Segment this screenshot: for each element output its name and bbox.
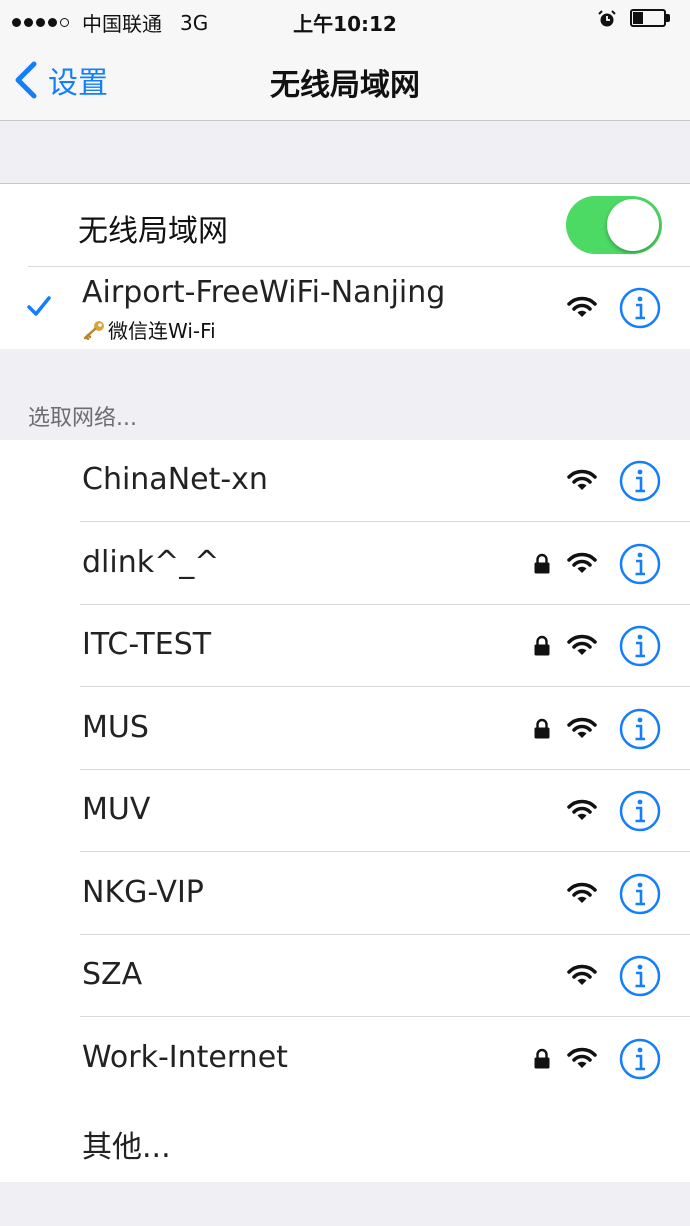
info-icon[interactable]	[619, 543, 661, 585]
network-row[interactable]: ChinaNet-xn	[0, 440, 690, 522]
network-name: dlink^_^	[82, 544, 220, 580]
info-icon[interactable]	[619, 955, 661, 997]
network-name: NKG-VIP	[82, 874, 204, 910]
wifi-icon	[567, 634, 597, 655]
wifi-toggle-switch[interactable]	[566, 196, 662, 254]
network-row[interactable]: SZA	[0, 935, 690, 1017]
connected-network-row[interactable]: Airport-FreeWiFi-Nanjing 微信连Wi-Fi	[0, 267, 690, 349]
lock-icon	[534, 1048, 550, 1068]
network-row[interactable]: Work-Internet	[0, 1018, 690, 1100]
info-icon[interactable]	[619, 287, 661, 329]
status-bar: 中国联通 3G 上午10:12	[0, 0, 690, 40]
connected-network-name: Airport-FreeWiFi-Nanjing	[82, 275, 446, 310]
info-icon[interactable]	[619, 1038, 661, 1080]
wifi-icon	[567, 469, 597, 490]
wifi-toggle-label: 无线局域网	[78, 214, 228, 249]
other-network-row[interactable]: 其他...	[0, 1100, 690, 1182]
subtitle-text: 微信连Wi-Fi	[108, 319, 216, 343]
network-row[interactable]: dlink^_^	[0, 523, 690, 605]
wifi-icon	[567, 552, 597, 573]
network-row[interactable]: ITC-TEST	[0, 605, 690, 687]
battery-icon	[630, 9, 672, 29]
wifi-toggle-row: 无线局域网	[0, 184, 690, 266]
key-icon	[83, 320, 104, 340]
info-icon[interactable]	[619, 708, 661, 750]
lock-icon	[534, 635, 550, 656]
wifi-icon	[567, 296, 597, 317]
network-list: ChinaNet-xn dlink^_^ ITC-TEST MUS MUV NKG-VIP…	[0, 440, 690, 1182]
wifi-icon	[567, 1047, 597, 1068]
info-icon[interactable]	[619, 790, 661, 832]
status-time: 上午10:12	[293, 12, 397, 36]
wifi-icon	[567, 882, 597, 903]
alarm-icon	[598, 10, 616, 27]
wifi-status-group: 无线局域网 Airport-FreeWiFi-Nanjing 微信连Wi-Fi	[0, 183, 690, 349]
navigation-bar: 设置 无线局域网	[0, 40, 690, 121]
lock-icon	[534, 553, 550, 573]
info-icon[interactable]	[619, 873, 661, 915]
network-row[interactable]: MUS	[0, 688, 690, 770]
checkmark-icon	[27, 296, 51, 316]
wifi-icon	[567, 964, 597, 985]
wifi-icon	[567, 717, 597, 738]
wifi-icon	[567, 799, 597, 820]
lock-icon	[534, 718, 550, 738]
status-right	[598, 9, 672, 29]
connected-network-subtitle: 微信连Wi-Fi	[82, 315, 216, 344]
info-icon[interactable]	[619, 460, 661, 502]
network-row[interactable]: NKG-VIP	[0, 853, 690, 935]
network-row[interactable]: MUV	[0, 770, 690, 852]
network-name: MUV	[82, 792, 151, 827]
other-network-label: 其他...	[82, 1130, 171, 1165]
network-name: ChinaNet-xn	[82, 462, 268, 497]
toggle-knob	[607, 199, 659, 251]
network-name: ITC-TEST	[82, 627, 212, 662]
info-icon[interactable]	[619, 625, 661, 667]
network-name: SZA	[82, 957, 143, 992]
network-name: Work-Internet	[82, 1039, 288, 1075]
network-name: MUS	[82, 709, 149, 745]
page-title: 无线局域网	[270, 68, 420, 103]
section-header-choose-network: 选取网络...	[28, 406, 137, 431]
